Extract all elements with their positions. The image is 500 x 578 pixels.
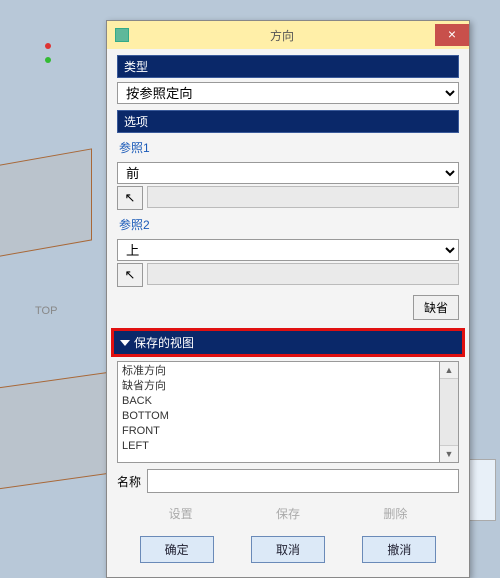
highlight-annotation: 保存的视图	[111, 328, 465, 357]
dialog-icon	[115, 28, 129, 42]
ref2-pick-button[interactable]: ↖	[117, 263, 143, 287]
list-scrollbar[interactable]: ▲ ▼	[440, 361, 459, 463]
traffic-light-icon	[45, 38, 57, 50]
set-button: 设置	[146, 501, 216, 526]
type-select[interactable]: 按参照定向	[117, 82, 459, 104]
undo-button[interactable]: 撤消	[362, 536, 436, 563]
name-input[interactable]	[147, 469, 459, 493]
ok-button[interactable]: 确定	[140, 536, 214, 563]
list-item[interactable]: FRONT	[122, 424, 435, 439]
default-button[interactable]: 缺省	[413, 295, 459, 320]
bg-3d-shape-1	[0, 148, 92, 263]
dialog-title: 方向	[129, 27, 435, 44]
ref1-pick-button[interactable]: ↖	[117, 186, 143, 210]
scroll-up-icon[interactable]: ▲	[440, 362, 458, 379]
viewport-top-label: TOP	[35, 305, 57, 317]
saved-views-label: 保存的视图	[134, 334, 194, 351]
cancel-button[interactable]: 取消	[251, 536, 325, 563]
titlebar[interactable]: 方向 ×	[107, 21, 469, 49]
close-button[interactable]: ×	[435, 24, 469, 46]
list-item[interactable]: BOTTOM	[122, 409, 435, 424]
delete-button: 删除	[360, 501, 430, 526]
options-header: 选项	[117, 110, 459, 133]
cursor-icon: ↖	[125, 267, 136, 283]
list-item[interactable]: 缺省方向	[122, 379, 435, 394]
scroll-down-icon[interactable]: ▼	[440, 445, 458, 462]
ref2-input[interactable]	[147, 263, 459, 285]
saved-views-list[interactable]: 标准方向 缺省方向 BACK BOTTOM FRONT LEFT	[117, 361, 440, 463]
list-item[interactable]: 标准方向	[122, 364, 435, 379]
list-item[interactable]: LEFT	[122, 439, 435, 454]
ref2-label: 参照2	[119, 216, 459, 233]
list-item[interactable]: BACK	[122, 394, 435, 409]
cursor-icon: ↖	[125, 190, 136, 206]
save-button: 保存	[253, 501, 323, 526]
ref1-label: 参照1	[119, 139, 459, 156]
collapse-triangle-icon	[120, 340, 130, 346]
ref2-select[interactable]: 上	[117, 239, 459, 261]
saved-views-header[interactable]: 保存的视图	[114, 331, 462, 354]
ref1-input[interactable]	[147, 186, 459, 208]
ref1-select[interactable]: 前	[117, 162, 459, 184]
name-label: 名称	[117, 473, 141, 490]
type-header: 类型	[117, 55, 459, 78]
orientation-dialog: 方向 × 类型 按参照定向 选项 参照1 前 ↖ 参照2 上 ↖ 缺省 保存的视…	[106, 20, 470, 578]
